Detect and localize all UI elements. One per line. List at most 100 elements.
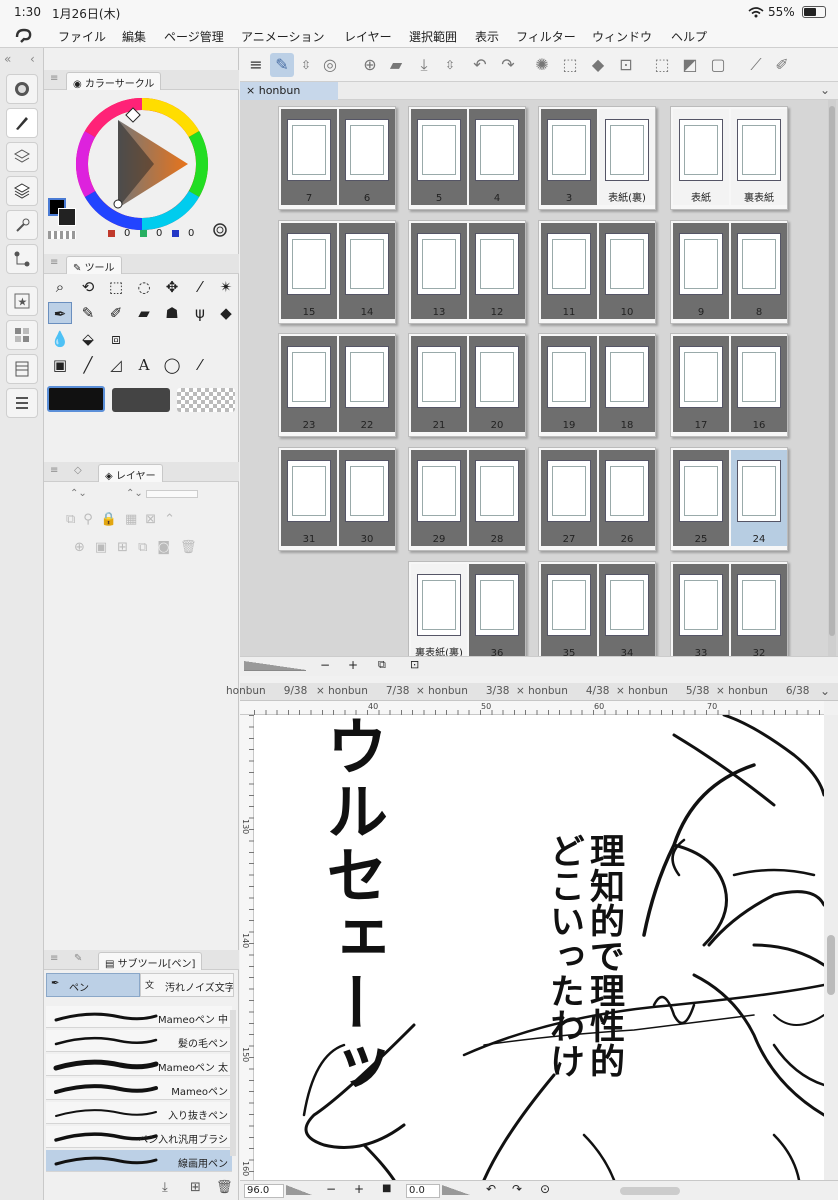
material-button[interactable]: ★ xyxy=(6,286,38,316)
zoom-slider[interactable] xyxy=(286,1185,312,1195)
menu-selection[interactable]: 選択範囲 xyxy=(409,28,457,45)
transparent-swatch[interactable] xyxy=(48,231,76,239)
tool-tab[interactable]: ✎ ツール xyxy=(66,256,122,274)
menu-filter[interactable]: フィルター xyxy=(516,28,576,45)
page-thumbnail[interactable]: 17 xyxy=(673,336,729,432)
collapse-left-icon[interactable]: « xyxy=(4,52,11,66)
open-folder-icon[interactable]: ▰ xyxy=(384,53,408,77)
thumbnail-size-slider[interactable] xyxy=(244,661,306,671)
page-spread[interactable]: 33 32 xyxy=(670,561,788,656)
page-spread[interactable]: 25 24 xyxy=(670,447,788,551)
rotation-value-field[interactable]: 0.0 xyxy=(406,1184,440,1198)
page-thumbnail[interactable]: 6 xyxy=(339,109,395,205)
page-thumbnail[interactable]: 29 xyxy=(411,450,467,546)
close-tab-icon[interactable]: × xyxy=(516,685,528,697)
color-wheel[interactable] xyxy=(74,96,210,232)
save-page-icon[interactable]: ⤓ xyxy=(412,53,436,77)
brush-snap-icon[interactable]: ✐ xyxy=(770,53,794,77)
grass-brush-icon[interactable]: ψ xyxy=(188,302,212,324)
color-settings-icon[interactable] xyxy=(212,222,228,238)
page-thumbnail[interactable]: 23 xyxy=(281,336,337,432)
layer-option-icons[interactable]: ⧉⚲🔒▦⊠⌃ xyxy=(66,512,236,532)
page-spread[interactable]: 23 22 xyxy=(278,333,396,437)
page-thumbnail[interactable]: 25 xyxy=(673,450,729,546)
rotate-right-icon[interactable]: ↷ xyxy=(512,1182,522,1196)
palette-menu-icon[interactable]: ≡ xyxy=(50,465,58,476)
document-tab[interactable]: × honbun 6/38 xyxy=(716,685,809,697)
page-thumbnail[interactable]: 26 xyxy=(599,450,655,546)
navigator-button[interactable] xyxy=(6,244,38,274)
menu-page-management[interactable]: ページ管理 xyxy=(164,28,224,45)
fit-page-icon[interactable]: ⧉ xyxy=(378,658,386,672)
close-tab-icon[interactable]: × xyxy=(316,685,328,697)
new-page-icon[interactable]: ⊕ xyxy=(358,53,382,77)
gradient-tool-icon[interactable]: ⧈ xyxy=(104,328,128,350)
brush-list-scrollbar[interactable] xyxy=(230,1010,236,1156)
close-tab-icon[interactable]: × xyxy=(416,685,428,697)
page-thumbnail[interactable]: 裏表紙 xyxy=(731,109,787,205)
blend-tool-icon[interactable]: 💧 xyxy=(48,328,72,350)
layer-property-button[interactable] xyxy=(6,142,38,172)
selection-icon[interactable]: ⬚ xyxy=(558,53,582,77)
move-view-icon[interactable]: ⟲ xyxy=(76,276,100,298)
page-thumbnail[interactable]: 36 xyxy=(469,564,525,656)
menu-layer[interactable]: レイヤー xyxy=(344,28,392,45)
page-thumbnail[interactable]: 9 xyxy=(673,223,729,319)
document-tab[interactable]: × honbun 5/38 xyxy=(616,685,709,697)
balloon-tool-icon[interactable]: ◯ xyxy=(160,354,184,376)
selection-border-icon[interactable]: ▢ xyxy=(706,53,730,77)
clear-selection-icon[interactable]: ⬚ xyxy=(650,53,674,77)
page-thumbnail[interactable]: 11 xyxy=(541,223,597,319)
undo-icon[interactable]: ↶ xyxy=(468,53,492,77)
page-thumbnail[interactable]: 4 xyxy=(469,109,525,205)
page-thumbnail[interactable]: 19 xyxy=(541,336,597,432)
zoom-value-field[interactable]: 96.0 xyxy=(244,1184,284,1198)
brush-item[interactable]: 入り抜きペン xyxy=(46,1102,232,1124)
ruler-pen-icon[interactable]: ⁄ xyxy=(188,354,212,376)
redo-icon[interactable]: ↷ xyxy=(496,53,520,77)
page-thumbnail[interactable]: 3 xyxy=(541,109,597,205)
page-thumbnail[interactable]: 18 xyxy=(599,336,655,432)
zoom-tool-icon[interactable]: ⌕ xyxy=(48,276,72,298)
page-spread[interactable]: 35 34 xyxy=(538,561,656,656)
document-tab[interactable]: × honbun 7/38 xyxy=(316,685,409,697)
layer-tab[interactable]: ◈ レイヤー xyxy=(98,464,163,482)
reset-view-icon[interactable]: ⊡ xyxy=(410,658,419,671)
link-spread-icon[interactable]: ◎ xyxy=(318,53,342,77)
grid-material-button[interactable] xyxy=(6,320,38,350)
zoom-out-button[interactable]: − xyxy=(320,658,330,672)
layer-property-tab-icon[interactable]: ◇ xyxy=(74,465,82,476)
airbrush-tool-icon[interactable]: ▰ xyxy=(132,302,156,324)
canvas-zoom-out-button[interactable]: − xyxy=(326,1182,336,1196)
page-thumbnail[interactable]: 表紙(裏) xyxy=(599,109,655,205)
fill-icon[interactable]: ◆ xyxy=(586,53,610,77)
subtool-delete-icon[interactable]: 🗑 xyxy=(216,1180,233,1195)
auto-action-button[interactable] xyxy=(6,388,38,418)
blend-mode-stepper[interactable]: ⌃⌄ xyxy=(70,488,87,499)
chevron-down-icon[interactable]: ⌄ xyxy=(820,83,830,97)
page-thumbnail[interactable]: 24 xyxy=(731,450,787,546)
invert-selection-icon[interactable]: ◩ xyxy=(678,53,702,77)
hamburger-menu-icon[interactable]: ≡ xyxy=(244,53,268,77)
page-spread[interactable]: 19 18 xyxy=(538,333,656,437)
canvas-horizontal-scrollbar[interactable] xyxy=(620,1187,680,1195)
subtool-detail-tab-icon[interactable]: ✎ xyxy=(74,953,82,964)
sub-color-bar[interactable] xyxy=(112,388,170,412)
page-thumbnail[interactable]: 14 xyxy=(339,223,395,319)
page-thumbnail[interactable]: 裏表紙(裏) xyxy=(411,564,467,656)
document-tab[interactable]: × honbun 4/38 xyxy=(516,685,609,697)
move-tool-icon[interactable]: ✥ xyxy=(160,276,184,298)
page-order-stepper-icon[interactable]: ⇳ xyxy=(438,53,462,77)
brush-item[interactable]: Mameoペン 中 xyxy=(46,1006,232,1028)
tool-palette-button[interactable] xyxy=(6,108,38,138)
page-thumbnail[interactable]: 表紙 xyxy=(673,109,729,205)
page-thumbnail[interactable]: 22 xyxy=(339,336,395,432)
fill-tool-icon[interactable]: ⬙ xyxy=(76,328,100,350)
page-spread[interactable]: 29 28 xyxy=(408,447,526,551)
menu-window[interactable]: ウィンドウ xyxy=(592,28,652,45)
main-color-bar[interactable] xyxy=(47,386,105,412)
page-spread[interactable]: 15 14 xyxy=(278,220,396,324)
opacity-stepper[interactable]: ⌃⌄ xyxy=(126,488,143,499)
canvas-vertical-scrollbar[interactable] xyxy=(824,715,838,1180)
reset-rotation-icon[interactable]: ⊙ xyxy=(540,1182,550,1196)
